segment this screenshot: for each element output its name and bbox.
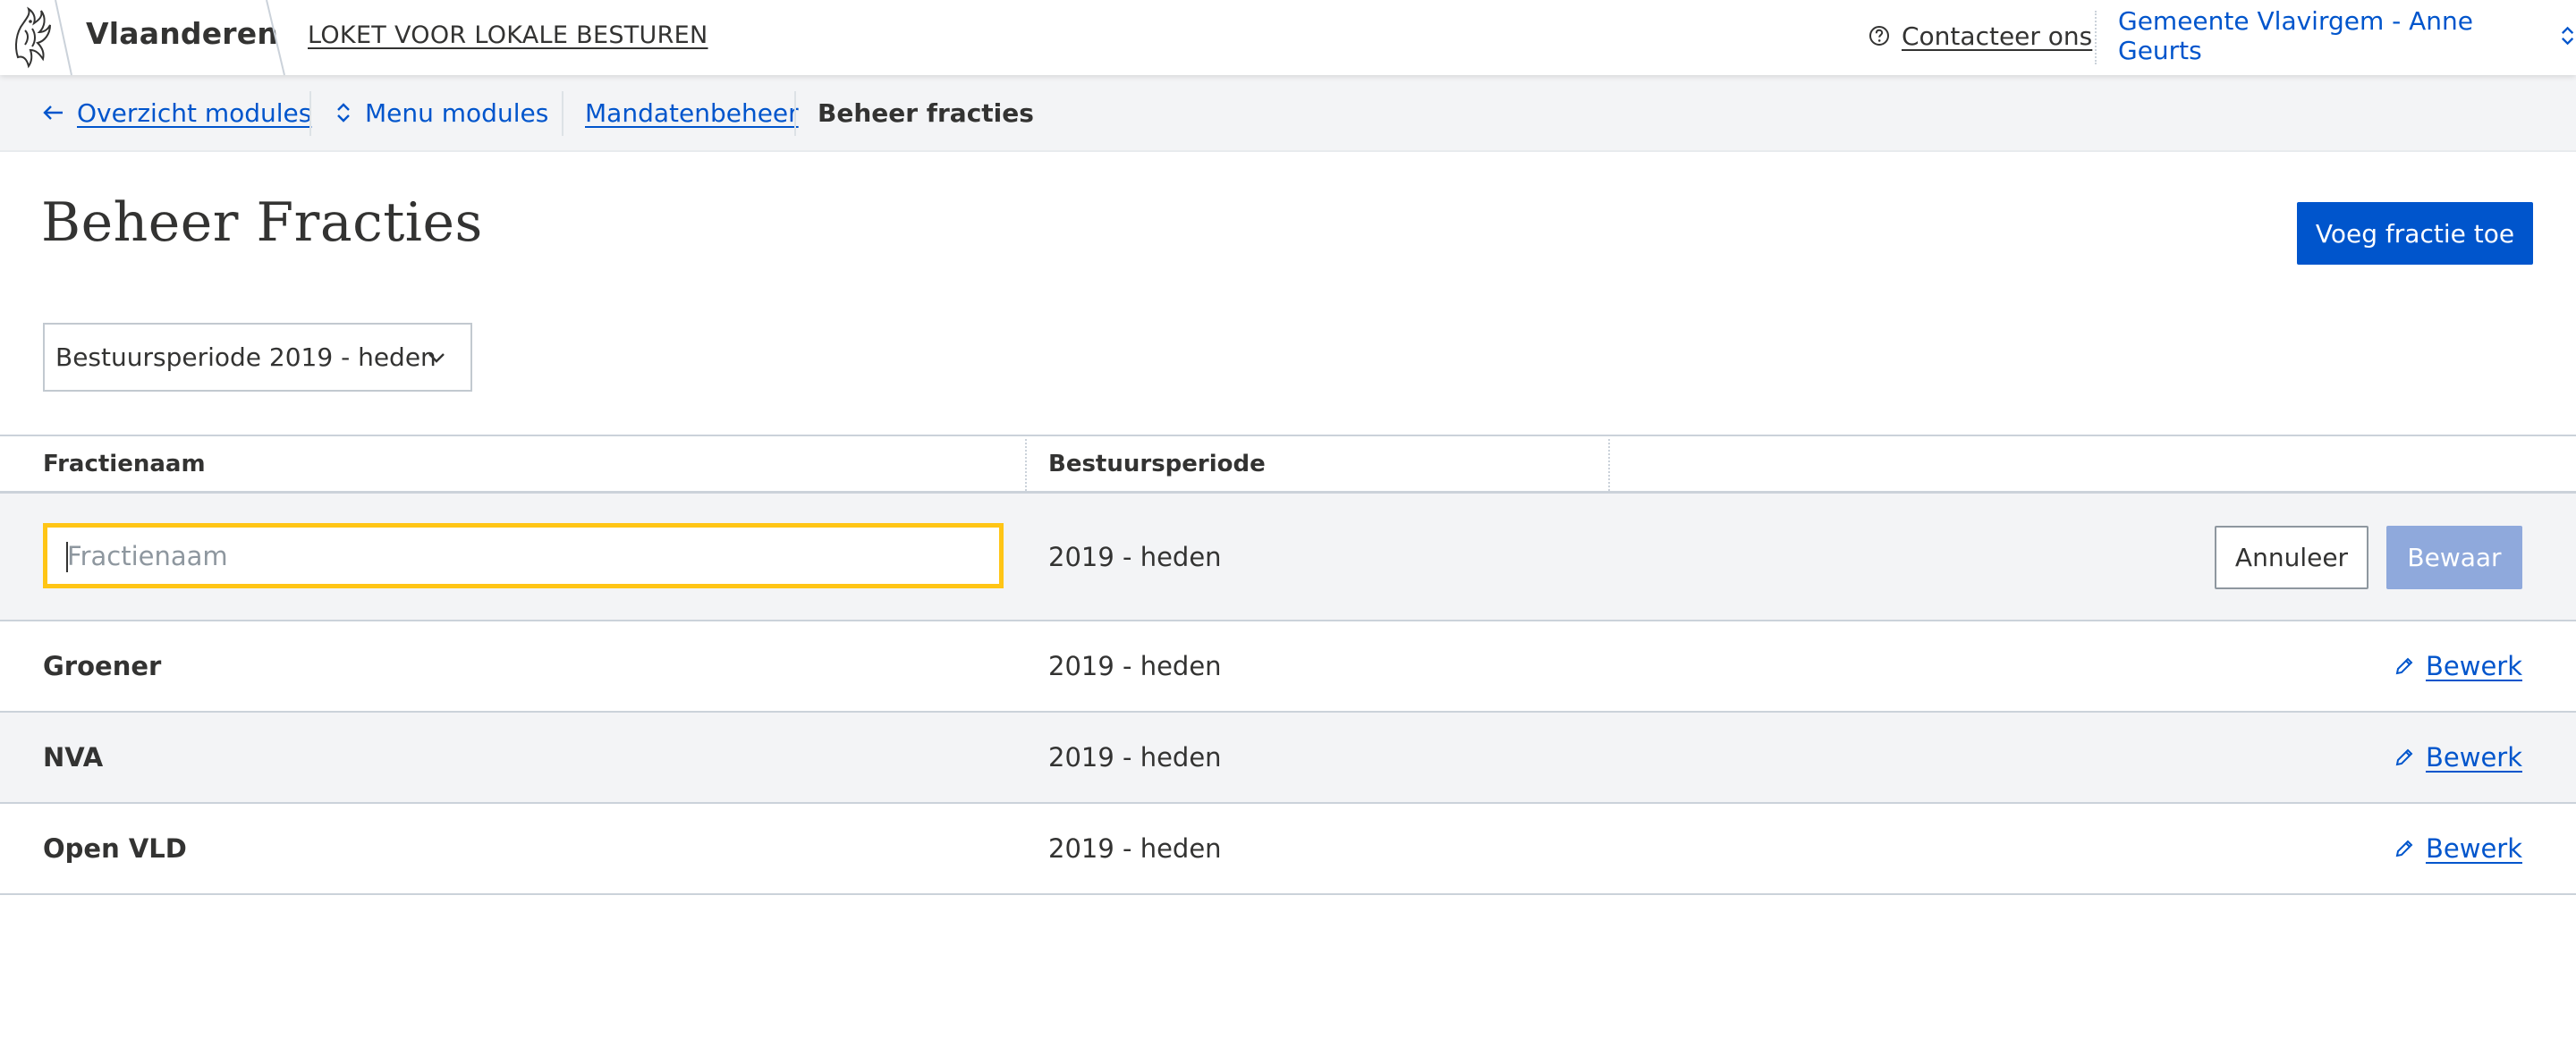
save-button[interactable]: Bewaar: [2386, 526, 2522, 589]
profile-switcher[interactable]: Gemeente Vlavirgem - Anne Geurts: [2118, 6, 2576, 65]
brand-name[interactable]: Vlaanderen: [86, 16, 278, 51]
logo-divider: [55, 0, 72, 75]
breadcrumb-current: Beheer fracties: [818, 75, 1034, 150]
text-caret: [66, 542, 68, 572]
chevron-up-down-icon: [337, 103, 350, 122]
cancel-button[interactable]: Annuleer: [2215, 526, 2368, 589]
column-header-period: Bestuursperiode: [1048, 451, 1266, 477]
edit-link[interactable]: Bewerk: [2394, 713, 2522, 802]
add-fraction-button[interactable]: Voeg fractie toe: [2297, 202, 2533, 265]
pencil-icon: [2395, 840, 2413, 857]
fraction-name: Groener: [43, 651, 162, 681]
new-fraction-period: 2019 - heden: [1048, 541, 1222, 572]
period-select-value: Bestuursperiode 2019 - heden: [55, 342, 436, 372]
chevron-down-icon: [428, 353, 445, 363]
edit-link[interactable]: Bewerk: [2394, 804, 2522, 893]
menu-modules-label: Menu modules: [365, 97, 549, 128]
fraction-period: 2019 - heden: [1048, 742, 1222, 773]
header-divider-slash: [266, 0, 285, 75]
new-fraction-row: 2019 - heden Annuleer Bewaar: [0, 494, 2576, 621]
question-circle-icon: [1869, 26, 1889, 46]
breadcrumb-current-label: Beheer fracties: [818, 97, 1034, 128]
fraction-name-input[interactable]: [43, 523, 1004, 588]
chevron-up-down-icon: [2561, 26, 2573, 46]
subnav-separator: [309, 91, 311, 136]
edit-label: Bewerk: [2425, 742, 2522, 773]
table-header: Fractienaam Bestuursperiode: [0, 435, 2576, 494]
arrow-left-icon: [43, 106, 63, 120]
contact-link[interactable]: Contacteer ons: [1868, 18, 2092, 54]
table-row: NVA 2019 - heden Bewerk: [0, 713, 2576, 804]
fraction-name: Open VLD: [43, 833, 187, 864]
global-header: Vlaanderen LOKET VOOR LOKALE BESTUREN Co…: [0, 0, 2576, 75]
table-row: Open VLD 2019 - heden Bewerk: [0, 804, 2576, 895]
menu-modules-button[interactable]: Menu modules: [335, 75, 548, 150]
edit-link[interactable]: Bewerk: [2394, 621, 2522, 711]
edit-label: Bewerk: [2425, 651, 2522, 681]
pencil-icon: [2395, 657, 2413, 675]
fraction-period: 2019 - heden: [1048, 833, 1222, 864]
edit-label: Bewerk: [2425, 833, 2522, 864]
back-to-modules-link[interactable]: Overzicht modules: [43, 75, 311, 150]
breadcrumb-mandatenbeheer-label: Mandatenbeheer: [585, 97, 799, 128]
back-to-modules-label: Overzicht modules: [77, 97, 312, 128]
period-select[interactable]: Bestuursperiode 2019 - heden: [43, 323, 472, 392]
flemish-lion-icon[interactable]: [9, 4, 54, 72]
sub-navigation: Overzicht modules Menu modules Mandatenb…: [0, 75, 2576, 152]
fraction-period: 2019 - heden: [1048, 651, 1222, 681]
fraction-name: NVA: [43, 742, 104, 773]
breadcrumb-mandatenbeheer[interactable]: Mandatenbeheer: [585, 75, 799, 150]
app-title-link[interactable]: LOKET VOOR LOKALE BESTUREN: [308, 21, 708, 49]
table-row: Groener 2019 - heden Bewerk: [0, 621, 2576, 713]
column-header-name: Fractienaam: [43, 451, 206, 477]
contact-label: Contacteer ons: [1902, 21, 2093, 51]
pencil-icon: [2395, 748, 2413, 766]
profile-label: Gemeente Vlavirgem - Anne Geurts: [2118, 6, 2474, 65]
header-divider: [2095, 11, 2097, 64]
subnav-separator: [794, 91, 796, 136]
page-title: Beheer Fracties: [41, 191, 483, 254]
subnav-separator: [562, 91, 564, 136]
